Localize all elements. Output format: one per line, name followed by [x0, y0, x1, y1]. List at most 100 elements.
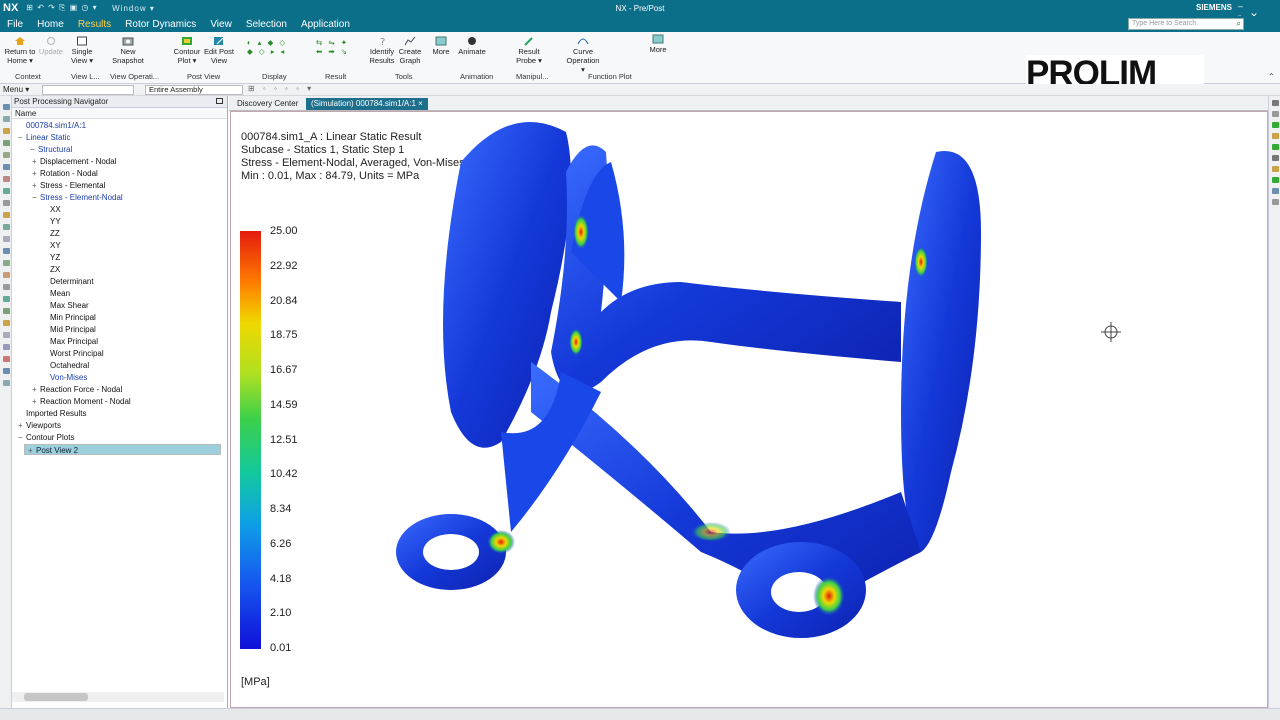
curve-operation-button[interactable]: Curve Operation ▾	[564, 36, 602, 74]
group-animation[interactable]: Animation	[460, 72, 493, 81]
new-snapshot-button[interactable]: New Snapshot	[110, 36, 146, 65]
tree-node[interactable]: Imported Results	[18, 408, 86, 419]
group-function-plot[interactable]: Function Plot	[588, 72, 632, 81]
tree-twisty-icon[interactable]: −	[18, 432, 26, 443]
resource-tab-icon[interactable]	[3, 176, 10, 182]
quick-access-toolbar[interactable]: ⊞ ↶ ↷ ⎘ ▣ ◷ ▾	[26, 3, 104, 13]
menu-results[interactable]: Results	[71, 17, 118, 32]
view-tool-icon[interactable]	[1272, 155, 1279, 161]
tree-twisty-icon[interactable]: +	[32, 384, 40, 395]
tree-node[interactable]: YZ	[42, 252, 60, 263]
tree-node[interactable]: Mean	[42, 288, 70, 299]
tree-node[interactable]: Mid Principal	[42, 324, 96, 335]
scrollbar-thumb[interactable]	[24, 693, 88, 701]
resource-tab-icon[interactable]	[3, 188, 10, 194]
tree-node[interactable]: − Stress - Element-Nodal	[32, 192, 123, 203]
resource-tab-icon[interactable]	[3, 284, 10, 290]
tree-node[interactable]: ZZ	[42, 228, 60, 239]
tree-node[interactable]: + Stress - Elemental	[32, 180, 105, 191]
edit-post-view-button[interactable]: Edit Post View	[202, 36, 236, 65]
tree-node[interactable]: Worst Principal	[42, 348, 104, 359]
resource-tab-icon[interactable]	[3, 296, 10, 302]
resource-tab-icon[interactable]	[3, 116, 10, 122]
maximize-icon[interactable]	[216, 98, 223, 104]
tree-node[interactable]: XX	[42, 204, 61, 215]
menu-selection[interactable]: Selection	[239, 17, 294, 32]
resource-tab-icon[interactable]	[3, 332, 10, 338]
resource-tab-icon[interactable]	[3, 128, 10, 134]
group-result[interactable]: Result	[325, 72, 346, 81]
view-tool-icon[interactable]	[1272, 122, 1279, 128]
resource-tab-icon[interactable]	[3, 140, 10, 146]
tree-node[interactable]: Determinant	[42, 276, 94, 287]
tab-simulation[interactable]: (Simulation) 000784.sim1/A:1 ×	[306, 98, 428, 110]
tree-node[interactable]: − Linear Static	[18, 132, 70, 143]
tree-node[interactable]: − Structural	[30, 144, 72, 155]
tree-node[interactable]: Max Shear	[42, 300, 89, 311]
menu-dropdown[interactable]: Menu ▾	[3, 85, 29, 94]
menu-view[interactable]: View	[203, 17, 239, 32]
create-graph-button[interactable]: Create Graph	[397, 36, 423, 65]
window-menu[interactable]: Window ▾	[112, 4, 155, 13]
resource-tab-icon[interactable]	[3, 320, 10, 326]
animate-button[interactable]: Animate	[455, 36, 489, 56]
contour-plot-button[interactable]: Contour Plot ▾	[172, 36, 202, 65]
resource-tab-icon[interactable]	[3, 380, 10, 386]
resource-tab-icon[interactable]	[3, 248, 10, 254]
view-tool-icon[interactable]	[1272, 133, 1279, 139]
group-manipulate[interactable]: Manipul...	[516, 72, 549, 81]
tree-twisty-icon[interactable]: +	[32, 168, 40, 179]
selection-tools[interactable]: ⊞ ◦ ◦ ◦ ◦ ▾	[248, 84, 314, 93]
search-icon[interactable]: ⌕	[1237, 19, 1241, 29]
resource-tab-icon[interactable]	[3, 164, 10, 170]
view-tool-icon[interactable]	[1272, 188, 1279, 194]
tree-node[interactable]: Von-Mises	[42, 372, 87, 383]
tree-twisty-icon[interactable]: −	[32, 192, 40, 203]
identify-results-button[interactable]: ? Identify Results	[366, 36, 398, 65]
resource-tab-icon[interactable]	[3, 224, 10, 230]
tree-twisty-icon[interactable]: +	[28, 445, 36, 456]
resource-tab-icon[interactable]	[3, 272, 10, 278]
view-tool-icon[interactable]	[1272, 111, 1279, 117]
type-filter-select[interactable]	[42, 85, 134, 95]
result-tools[interactable]: ⇆ ⇋ ✦ ⬅ ➡ ⇘	[316, 38, 362, 56]
group-tools[interactable]: Tools	[395, 72, 413, 81]
tree-node[interactable]: Min Principal	[42, 312, 96, 323]
tree-node[interactable]: + Rotation - Nodal	[32, 168, 98, 179]
tree-node[interactable]: + Post View 2	[24, 444, 221, 455]
resource-tab-icon[interactable]	[3, 152, 10, 158]
group-view-layout[interactable]: View L...	[71, 72, 100, 81]
view-tool-icon[interactable]	[1272, 199, 1279, 205]
tree-node[interactable]: YY	[42, 216, 61, 227]
menu-home[interactable]: Home	[30, 17, 71, 32]
group-context[interactable]: Context	[15, 72, 41, 81]
view-tool-icon[interactable]	[1272, 100, 1279, 106]
tree-twisty-icon[interactable]: −	[18, 132, 26, 143]
tree-twisty-icon[interactable]: +	[32, 180, 40, 191]
tree-node[interactable]: XY	[42, 240, 61, 251]
resource-tab-icon[interactable]	[3, 356, 10, 362]
result-probe-button[interactable]: Result Probe ▾	[516, 36, 542, 65]
graphics-window[interactable]: 000784.sim1_A : Linear Static Result Sub…	[230, 111, 1268, 708]
tree-node[interactable]: ZX	[42, 264, 60, 275]
column-header-name[interactable]: Name	[12, 108, 227, 119]
resource-tab-icon[interactable]	[3, 308, 10, 314]
fem-model[interactable]	[381, 112, 981, 692]
tree-node[interactable]: + Viewports	[18, 420, 61, 431]
tree-twisty-icon[interactable]: −	[30, 144, 38, 155]
search-input[interactable]: Type Here to Search ⌕	[1128, 18, 1244, 30]
return-home-button[interactable]: Return to Home ▾	[3, 36, 37, 65]
update-button[interactable]: Update	[37, 36, 65, 56]
tree-node[interactable]: Octahedral	[42, 360, 89, 371]
more-tools-button[interactable]: More	[428, 36, 454, 56]
tree-node[interactable]: + Displacement - Nodal	[32, 156, 116, 167]
view-tool-icon[interactable]	[1272, 166, 1279, 172]
tree-node[interactable]: − Contour Plots	[18, 432, 74, 443]
group-view-operation[interactable]: View Operati...	[110, 72, 159, 81]
resource-tab-icon[interactable]	[3, 344, 10, 350]
resource-tab-icon[interactable]	[3, 104, 10, 110]
single-view-button[interactable]: Single View ▾	[68, 36, 96, 65]
view-tool-icon[interactable]	[1272, 177, 1279, 183]
resource-tab-icon[interactable]	[3, 260, 10, 266]
tab-discovery-center[interactable]: Discovery Center	[232, 98, 303, 110]
